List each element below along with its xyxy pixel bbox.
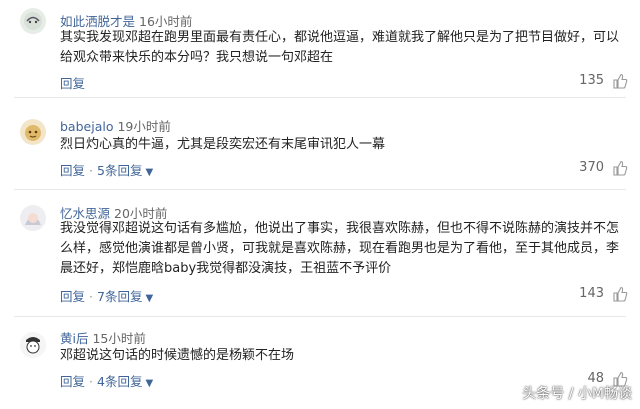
avatar[interactable] [20,332,46,358]
comment-text: 我没觉得邓超说这句话有多尴尬，他说出了事实，我很喜欢陈赫，但也不得不说陈赫的演技… [60,221,620,276]
comment-actions: 回复 · 4条回复 ▼ [60,371,153,390]
divider [14,316,626,317]
comment-time: 19小时前 [117,119,171,134]
view-replies-button[interactable]: 5条回复 ▼ [97,163,153,178]
chevron-down-icon: ▼ [145,378,154,389]
comment-text: 邓超说这句话的时候遗憾的是杨颖不在场 [60,348,295,363]
reply-button[interactable]: 回复 [60,76,85,91]
avatar[interactable] [20,8,46,34]
comment-actions: 回复 · 7条回复 ▼ [60,286,153,305]
avatar[interactable] [20,119,46,145]
comment-text: 烈日灼心真的牛逼，尤其是段奕宏还有末尾审讯犯人一幕 [60,137,386,152]
reply-button[interactable]: 回复 [60,374,85,389]
thumb-up-icon[interactable] [612,160,628,176]
comment-time: 15小时前 [92,331,146,346]
like-count: 135 [579,73,604,88]
reply-button[interactable]: 回复 [60,289,85,304]
view-replies-button[interactable]: 7条回复 ▼ [97,289,153,304]
like-count: 370 [579,160,604,175]
comment-username[interactable]: babejalo 19小时前 [60,116,171,135]
thumb-up-icon[interactable] [612,73,628,89]
comment-actions: 回复 [60,73,85,92]
comment-item: 如此洒脱才是 16小时前 其实我发现邓超在跑男里面最有责任心，都说他逗逼，难道就我… [0,0,640,98]
comment-item: babejalo 19小时前 烈日灼心真的牛逼，尤其是段奕宏还有末尾审讯犯人一幕 … [0,98,640,190]
avatar[interactable] [20,205,46,231]
chevron-down-icon: ▼ [145,167,154,178]
separator-dot: · [89,163,93,178]
reply-button[interactable]: 回复 [60,163,85,178]
comment-time: 16小时前 [139,14,193,29]
like-count: 143 [579,286,604,301]
watermark: 头条号 / 小M畅谈 [522,386,632,402]
comment-item: 忆水思源 20小时前 我没觉得邓超说这句话有多尴尬，他说出了事实，我很喜欢陈赫，但… [0,190,640,317]
chevron-down-icon: ▼ [145,293,154,304]
comment-text: 其实我发现邓超在跑男里面最有责任心，都说他逗逼，难道就我了解他只是为了把节目做好… [60,30,620,65]
thumb-up-icon[interactable] [612,286,628,302]
separator-dot: · [89,289,93,304]
view-replies-button[interactable]: 4条回复 ▼ [97,374,153,389]
comment-actions: 回复 · 5条回复 ▼ [60,160,153,179]
comment-username[interactable]: 黄i后 15小时前 [60,328,146,347]
separator-dot: · [89,374,93,389]
